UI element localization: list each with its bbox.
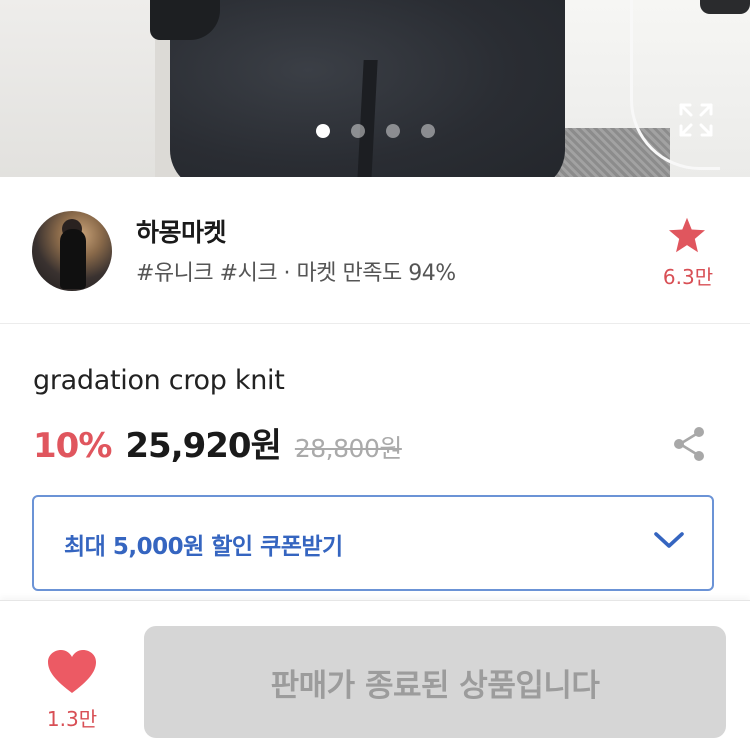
expand-icon[interactable] bbox=[678, 102, 714, 138]
seller-name[interactable]: 하몽마켓 bbox=[136, 213, 227, 249]
carousel-dot[interactable] bbox=[351, 124, 365, 138]
price-row: 10% 25,920원 28,800원 bbox=[33, 418, 402, 467]
sale-price: 25,920원 bbox=[125, 426, 281, 466]
sold-out-button[interactable]: 판매가 종료된 상품입니다 bbox=[144, 626, 726, 738]
product-image-carousel[interactable] bbox=[0, 0, 750, 177]
chevron-down-icon bbox=[654, 532, 684, 548]
carousel-dot-active[interactable] bbox=[316, 124, 330, 138]
carousel-dot[interactable] bbox=[386, 124, 400, 138]
carousel-dot[interactable] bbox=[421, 124, 435, 138]
product-name: gradation crop knit bbox=[33, 365, 285, 396]
seller-favorites-count: 6.3만 bbox=[662, 265, 714, 289]
coupon-label: 최대 5,000원 할인 쿠폰받기 bbox=[64, 534, 343, 560]
seller-avatar[interactable] bbox=[32, 211, 112, 291]
product-page: 하몽마켓 #유니크 #시크 · 마켓 만족도 94% 6.3만 gradatio… bbox=[0, 0, 750, 750]
bottom-action-bar: 1.3만 판매가 종료된 상품입니다 bbox=[0, 600, 750, 750]
original-price: 28,800원 bbox=[294, 434, 402, 463]
carousel-indicator bbox=[316, 124, 435, 138]
like-count: 1.3만 bbox=[46, 707, 98, 731]
seller-tags: #유니크 #시크 · 마켓 만족도 94% bbox=[136, 261, 456, 286]
share-icon[interactable] bbox=[672, 426, 706, 462]
star-icon[interactable] bbox=[668, 217, 706, 253]
heart-icon[interactable] bbox=[46, 649, 98, 695]
coupon-button[interactable]: 최대 5,000원 할인 쿠폰받기 bbox=[32, 495, 714, 591]
discount-rate: 10% bbox=[33, 426, 112, 466]
seller-section[interactable]: 하몽마켓 #유니크 #시크 · 마켓 만족도 94% 6.3만 bbox=[0, 177, 750, 324]
